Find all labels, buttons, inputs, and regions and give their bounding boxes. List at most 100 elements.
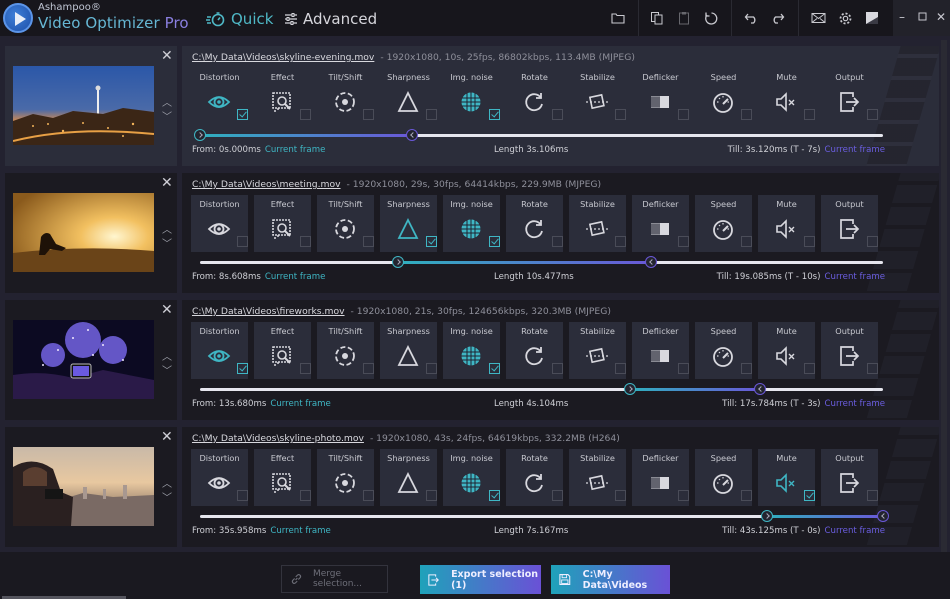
- trim-start-handle[interactable]: [392, 256, 405, 268]
- tool-checkbox[interactable]: [552, 490, 563, 501]
- mode-quick-tab[interactable]: Quick: [206, 10, 273, 28]
- remove-video-icon[interactable]: ✕: [161, 429, 173, 445]
- trim-start-handle[interactable]: [624, 383, 637, 395]
- tool-checkbox[interactable]: [741, 363, 752, 374]
- tool-checkbox[interactable]: [552, 236, 563, 247]
- folder-icon[interactable]: [609, 9, 627, 27]
- tool-deflicker[interactable]: Deflicker: [632, 195, 689, 252]
- trim-start-handle[interactable]: [760, 510, 773, 522]
- tool-checkbox[interactable]: [552, 363, 563, 374]
- tool-distortion[interactable]: Distortion: [191, 449, 248, 506]
- tool-checkbox[interactable]: [804, 490, 815, 501]
- tool-checkbox[interactable]: [867, 490, 878, 501]
- tool-image-noise[interactable]: Img. noise: [443, 322, 500, 379]
- tool-checkbox[interactable]: [552, 109, 563, 120]
- video-thumbnail[interactable]: [13, 66, 154, 145]
- till-current-frame-link[interactable]: Current frame: [825, 272, 886, 282]
- video-row[interactable]: ✕ ︿ ﹀ C:\My Data\Videos\fireworks.mov - 1…: [5, 300, 939, 420]
- tool-speed[interactable]: Speed: [695, 322, 752, 379]
- tool-deflicker[interactable]: Deflicker: [632, 449, 689, 506]
- till-current-frame-link[interactable]: Current frame: [825, 399, 886, 409]
- tool-mute[interactable]: Mute: [758, 195, 815, 252]
- tool-effect[interactable]: Effect: [254, 195, 311, 252]
- move-up-icon[interactable]: ︿: [162, 94, 172, 109]
- tool-checkbox[interactable]: [615, 363, 626, 374]
- tool-sharpness[interactable]: Sharpness: [380, 68, 437, 125]
- tool-checkbox[interactable]: [615, 236, 626, 247]
- tool-image-noise[interactable]: Img. noise: [443, 68, 500, 125]
- tool-effect[interactable]: Effect: [254, 449, 311, 506]
- remove-video-icon[interactable]: ✕: [161, 302, 173, 318]
- tool-speed[interactable]: Speed: [695, 449, 752, 506]
- maximize-button[interactable]: [915, 10, 929, 24]
- reset-icon[interactable]: [702, 9, 720, 27]
- tool-checkbox[interactable]: [426, 109, 437, 120]
- trim-slider[interactable]: [200, 256, 883, 268]
- tool-checkbox[interactable]: [741, 109, 752, 120]
- tool-stabilize[interactable]: Stabilize: [569, 322, 626, 379]
- tool-checkbox[interactable]: [741, 236, 752, 247]
- trim-end-handle[interactable]: [754, 383, 767, 395]
- move-down-icon[interactable]: ﹀: [162, 235, 172, 250]
- tool-checkbox[interactable]: [867, 363, 878, 374]
- move-down-icon[interactable]: ﹀: [162, 362, 172, 377]
- tool-deflicker[interactable]: Deflicker: [632, 68, 689, 125]
- tool-stabilize[interactable]: Stabilize: [569, 68, 626, 125]
- video-thumbnail[interactable]: [13, 193, 154, 272]
- tool-rotate[interactable]: Rotate: [506, 449, 563, 506]
- from-current-frame-link[interactable]: Current frame: [270, 526, 331, 536]
- undo-icon[interactable]: [742, 9, 760, 27]
- move-up-icon[interactable]: ︿: [162, 348, 172, 363]
- tool-distortion[interactable]: Distortion: [191, 68, 248, 125]
- mail-icon[interactable]: [809, 9, 827, 27]
- remove-video-icon[interactable]: ✕: [161, 48, 173, 64]
- tool-rotate[interactable]: Rotate: [506, 68, 563, 125]
- copy-icon[interactable]: [648, 9, 666, 27]
- tool-checkbox[interactable]: [867, 109, 878, 120]
- tool-sharpness[interactable]: Sharpness: [380, 195, 437, 252]
- tool-rotate[interactable]: Rotate: [506, 195, 563, 252]
- tool-stabilize[interactable]: Stabilize: [569, 195, 626, 252]
- tool-checkbox[interactable]: [678, 363, 689, 374]
- tool-output[interactable]: Output: [821, 68, 878, 125]
- from-current-frame-link[interactable]: Current frame: [265, 145, 326, 155]
- tool-checkbox[interactable]: [489, 363, 500, 374]
- tool-image-noise[interactable]: Img. noise: [443, 195, 500, 252]
- tool-checkbox[interactable]: [804, 363, 815, 374]
- move-up-icon[interactable]: ︿: [162, 221, 172, 236]
- tool-checkbox[interactable]: [363, 109, 374, 120]
- tool-tilt-shift[interactable]: Tilt/Shift: [317, 322, 374, 379]
- move-down-icon[interactable]: ﹀: [162, 108, 172, 123]
- export-selection-button[interactable]: Export selection (1): [420, 565, 541, 594]
- trim-slider[interactable]: [194, 129, 883, 141]
- tool-effect[interactable]: Effect: [254, 68, 311, 125]
- tool-checkbox[interactable]: [678, 490, 689, 501]
- tool-speed[interactable]: Speed: [695, 195, 752, 252]
- tool-checkbox[interactable]: [300, 490, 311, 501]
- redo-icon[interactable]: [768, 9, 786, 27]
- tool-mute[interactable]: Mute: [758, 68, 815, 125]
- skin-icon[interactable]: [863, 9, 881, 27]
- tool-checkbox[interactable]: [237, 490, 248, 501]
- move-down-icon[interactable]: ﹀: [162, 489, 172, 504]
- tool-checkbox[interactable]: [363, 236, 374, 247]
- tool-checkbox[interactable]: [804, 236, 815, 247]
- tool-mute[interactable]: Mute: [758, 322, 815, 379]
- tool-checkbox[interactable]: [237, 236, 248, 247]
- tool-checkbox[interactable]: [426, 236, 437, 247]
- video-row[interactable]: ✕ ︿ ﹀ C:\My Data\Videos\skyline-photo.mo…: [5, 427, 939, 547]
- video-row[interactable]: ✕ ︿ ﹀ C:\My Data\Videos\meeting.mov - 192…: [5, 173, 939, 293]
- trim-slider[interactable]: [200, 510, 889, 522]
- tool-speed[interactable]: Speed: [695, 68, 752, 125]
- close-window-button[interactable]: ✕: [934, 10, 948, 24]
- file-path-link[interactable]: C:\My Data\Videos\skyline-evening.mov: [192, 52, 374, 63]
- tool-sharpness[interactable]: Sharpness: [380, 449, 437, 506]
- tool-output[interactable]: Output: [821, 195, 878, 252]
- tool-checkbox[interactable]: [237, 109, 248, 120]
- tool-checkbox[interactable]: [300, 109, 311, 120]
- tool-checkbox[interactable]: [489, 236, 500, 247]
- tool-checkbox[interactable]: [426, 363, 437, 374]
- tool-checkbox[interactable]: [489, 490, 500, 501]
- video-row[interactable]: ✕ ︿ ﹀ C:\My Data\Videos\skyline-evening.…: [5, 46, 939, 166]
- video-thumbnail[interactable]: [13, 320, 154, 399]
